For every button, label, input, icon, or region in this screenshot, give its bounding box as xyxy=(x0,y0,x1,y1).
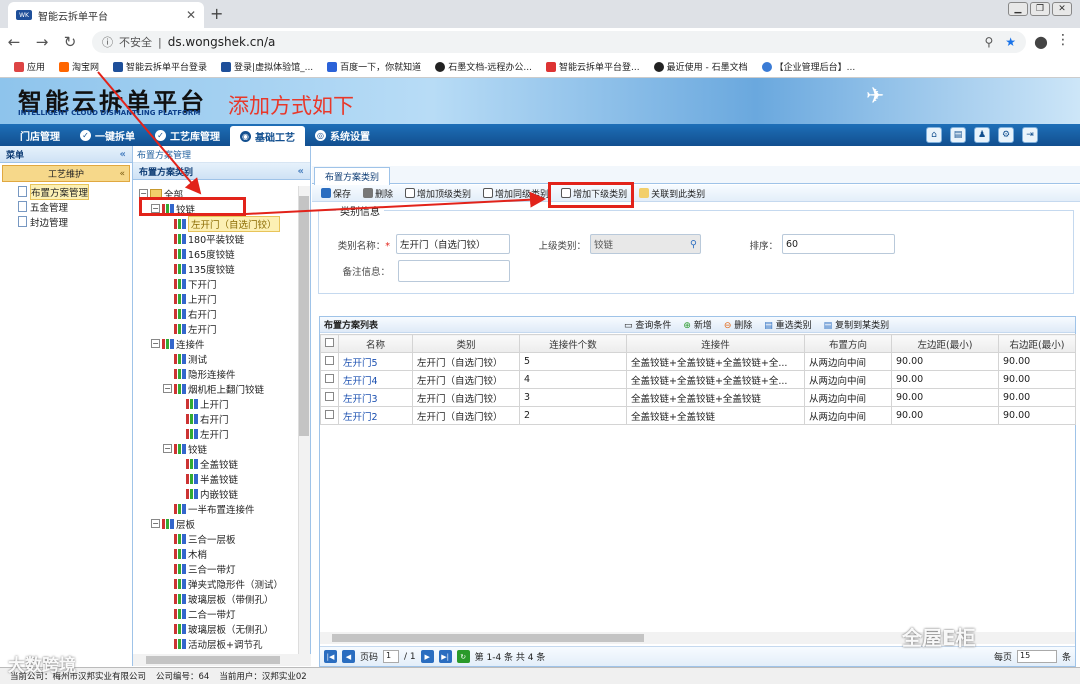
watermark-logo: 大数跨境 xyxy=(8,656,76,676)
annotation-arrows xyxy=(97,71,546,215)
arrow-to-button xyxy=(245,191,546,215)
watermark-logo: 全屋E柜 xyxy=(902,626,976,650)
arrow-to-tree xyxy=(97,71,202,195)
